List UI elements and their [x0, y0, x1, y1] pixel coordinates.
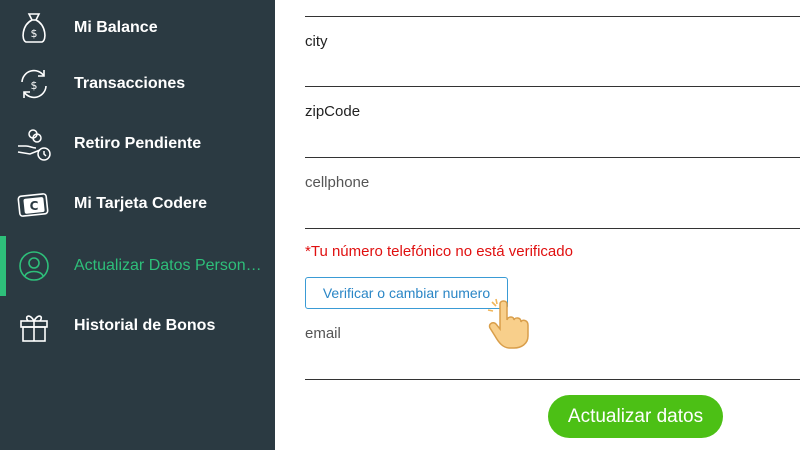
verify-phone-button[interactable]: Verificar o cambiar numero	[305, 277, 508, 309]
card-icon: C	[16, 186, 52, 222]
sidebar-item-label: Transacciones	[74, 75, 186, 92]
email-field[interactable]	[305, 379, 800, 380]
personal-data-form: city zipCode cellphone *Tu número telefó…	[275, 0, 800, 450]
city-field[interactable]	[305, 86, 800, 87]
sidebar-item-label: Mi Balance	[74, 19, 158, 36]
sidebar-item-update-personal-data[interactable]: Actualizar Datos Personal...	[0, 238, 275, 294]
phone-unverified-error: *Tu número telefónico no está verificado	[305, 243, 573, 260]
svg-text:$: $	[31, 27, 38, 40]
email-label: email	[305, 325, 341, 342]
sidebar-item-codere-card[interactable]: C Mi Tarjeta Codere	[0, 176, 275, 232]
sidebar-item-label: Mi Tarjeta Codere	[74, 195, 208, 212]
sidebar-item-bonus-history[interactable]: Historial de Bonos	[0, 298, 275, 354]
cellphone-label: cellphone	[305, 174, 370, 191]
zipcode-field[interactable]	[305, 157, 800, 158]
sidebar-item-label: Actualizar Datos Personal...	[74, 257, 270, 274]
exchange-icon: $	[16, 66, 52, 102]
city-label: city	[305, 33, 328, 50]
sidebar-item-label: Retiro Pendiente	[74, 135, 202, 152]
cellphone-field[interactable]	[305, 228, 800, 229]
update-data-button[interactable]: Actualizar datos	[548, 395, 723, 438]
sidebar: $ Mi Balance $ Transacciones Retiro Pend…	[0, 0, 275, 450]
money-bag-icon: $	[16, 10, 52, 46]
field-underline	[305, 16, 800, 17]
user-icon	[16, 248, 52, 284]
svg-text:C: C	[30, 199, 39, 213]
sidebar-item-transactions[interactable]: $ Transacciones	[0, 56, 275, 112]
svg-text:$: $	[31, 79, 38, 92]
pending-withdrawal-icon	[16, 126, 52, 162]
sidebar-item-pending-withdrawal[interactable]: Retiro Pendiente	[0, 116, 275, 172]
zipcode-label: zipCode	[305, 103, 361, 120]
sidebar-item-balance[interactable]: $ Mi Balance	[0, 0, 275, 56]
hand-pointer-icon	[487, 298, 529, 349]
sidebar-item-label: Historial de Bonos	[74, 317, 216, 334]
gift-icon	[16, 308, 52, 344]
